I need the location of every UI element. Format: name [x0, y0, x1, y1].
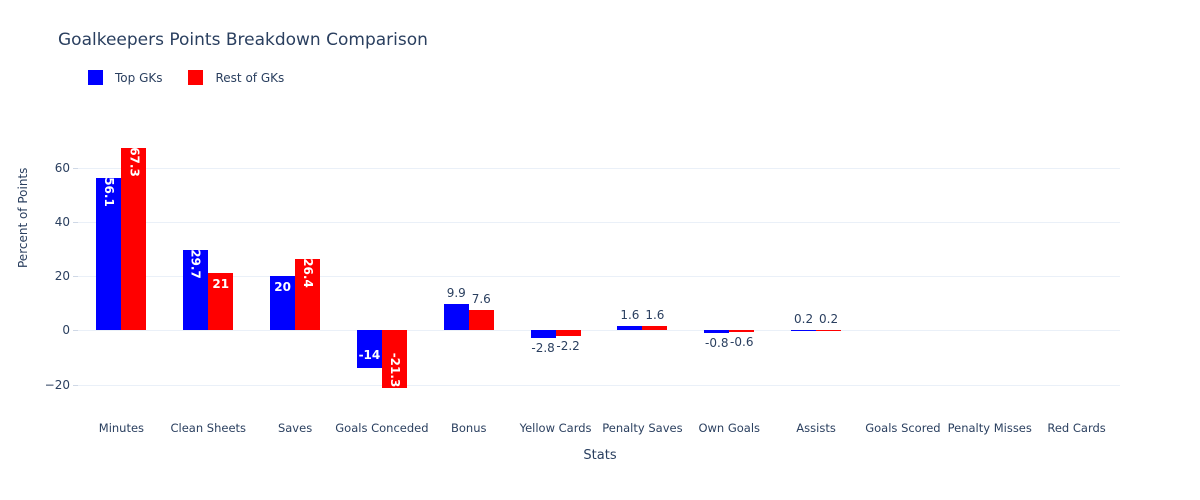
- x-tick-label: Red Cards: [1047, 421, 1106, 435]
- chart-title: Goalkeepers Points Breakdown Comparison: [58, 30, 428, 50]
- legend-label-rest-of-gks: Rest of GKs: [215, 70, 285, 85]
- bar-value-label: 20: [274, 280, 291, 295]
- chart-container: Goalkeepers Points Breakdown Comparison …: [0, 0, 1200, 500]
- bar-top-gks[interactable]: [704, 330, 730, 333]
- x-tick-label: Assists: [796, 421, 836, 435]
- y-tick-mark: [73, 330, 78, 332]
- y-tick-label: 0: [62, 323, 70, 338]
- bar-value-label: -2.2: [556, 339, 580, 354]
- x-tick-label: Penalty Saves: [602, 421, 683, 435]
- y-axis-title: Percent of Points: [16, 167, 30, 268]
- bar-value-label: 29.7: [188, 249, 203, 279]
- x-tick-label: Yellow Cards: [519, 421, 592, 435]
- bar-value-label: 56.1: [101, 177, 116, 207]
- y-tick-label: 20: [54, 269, 70, 284]
- y-tick-label: −20: [44, 377, 70, 392]
- bar-value-label: -14: [358, 348, 381, 363]
- bar-value-label: -0.6: [730, 335, 754, 350]
- x-tick-label: Goals Scored: [865, 421, 941, 435]
- x-tick-label: Minutes: [98, 421, 145, 435]
- bar-value-label: 21: [212, 277, 230, 292]
- bar-value-label: -0.8: [705, 335, 729, 350]
- legend-item-top-gks[interactable]: Top GKs: [88, 70, 162, 85]
- legend-swatch-red-icon: [188, 70, 204, 85]
- y-tick-mark: [73, 384, 78, 386]
- bar-rest-of-gks[interactable]: [816, 329, 842, 331]
- x-tick-label: Goals Conceded: [335, 421, 429, 435]
- bar-top-gks[interactable]: [617, 326, 643, 331]
- bar-rest-of-gks[interactable]: [555, 330, 581, 337]
- y-tick-mark: [73, 221, 78, 223]
- gridline: [78, 384, 1120, 386]
- legend-swatch-blue-icon: [88, 70, 103, 85]
- bar-value-label: 0.2: [819, 311, 839, 326]
- gridline: [78, 221, 1120, 223]
- y-tick-mark: [73, 167, 78, 169]
- y-tick-label: 60: [54, 160, 70, 175]
- chart-legend[interactable]: Top GKs Rest of GKs: [88, 70, 310, 85]
- bar-value-label: 26.4: [300, 257, 315, 288]
- bar-value-label: -2.8: [531, 341, 555, 356]
- x-tick-label: Own Goals: [698, 421, 761, 435]
- x-tick-label: Bonus: [451, 421, 487, 435]
- y-tick-mark: [73, 276, 78, 278]
- x-axis-title: Stats: [583, 448, 617, 463]
- bar-value-label: 67.3: [126, 146, 141, 177]
- bar-value-label: 7.6: [471, 291, 491, 306]
- bar-rest-of-gks[interactable]: [642, 326, 668, 331]
- bar-value-label: -21.3: [387, 352, 402, 388]
- bar-value-label: 9.9: [446, 285, 466, 300]
- bar-value-label: 0.2: [794, 311, 814, 326]
- bar-value-label: 1.6: [620, 308, 640, 323]
- x-tick-label: Saves: [277, 421, 313, 435]
- y-tick-label: 40: [54, 214, 70, 229]
- bar-value-label: 1.6: [645, 308, 665, 323]
- zero-line: [78, 330, 1120, 332]
- bar-rest-of-gks[interactable]: [468, 309, 494, 331]
- bar-rest-of-gks[interactable]: [729, 330, 755, 333]
- bar-top-gks[interactable]: [443, 303, 469, 331]
- legend-item-rest-of-gks[interactable]: Rest of GKs: [188, 70, 284, 85]
- bar-top-gks[interactable]: [530, 330, 556, 339]
- x-tick-label: Penalty Misses: [947, 421, 1032, 435]
- x-tick-label: Clean Sheets: [170, 421, 247, 435]
- bar-top-gks[interactable]: [791, 329, 817, 331]
- gridline: [78, 167, 1120, 169]
- plot-area: 56.1 67.3 29.7 21 20 26.4 -14 -21.3 9.9 7.6 -2.8 -2…: [78, 135, 1120, 401]
- gridline: [78, 276, 1120, 278]
